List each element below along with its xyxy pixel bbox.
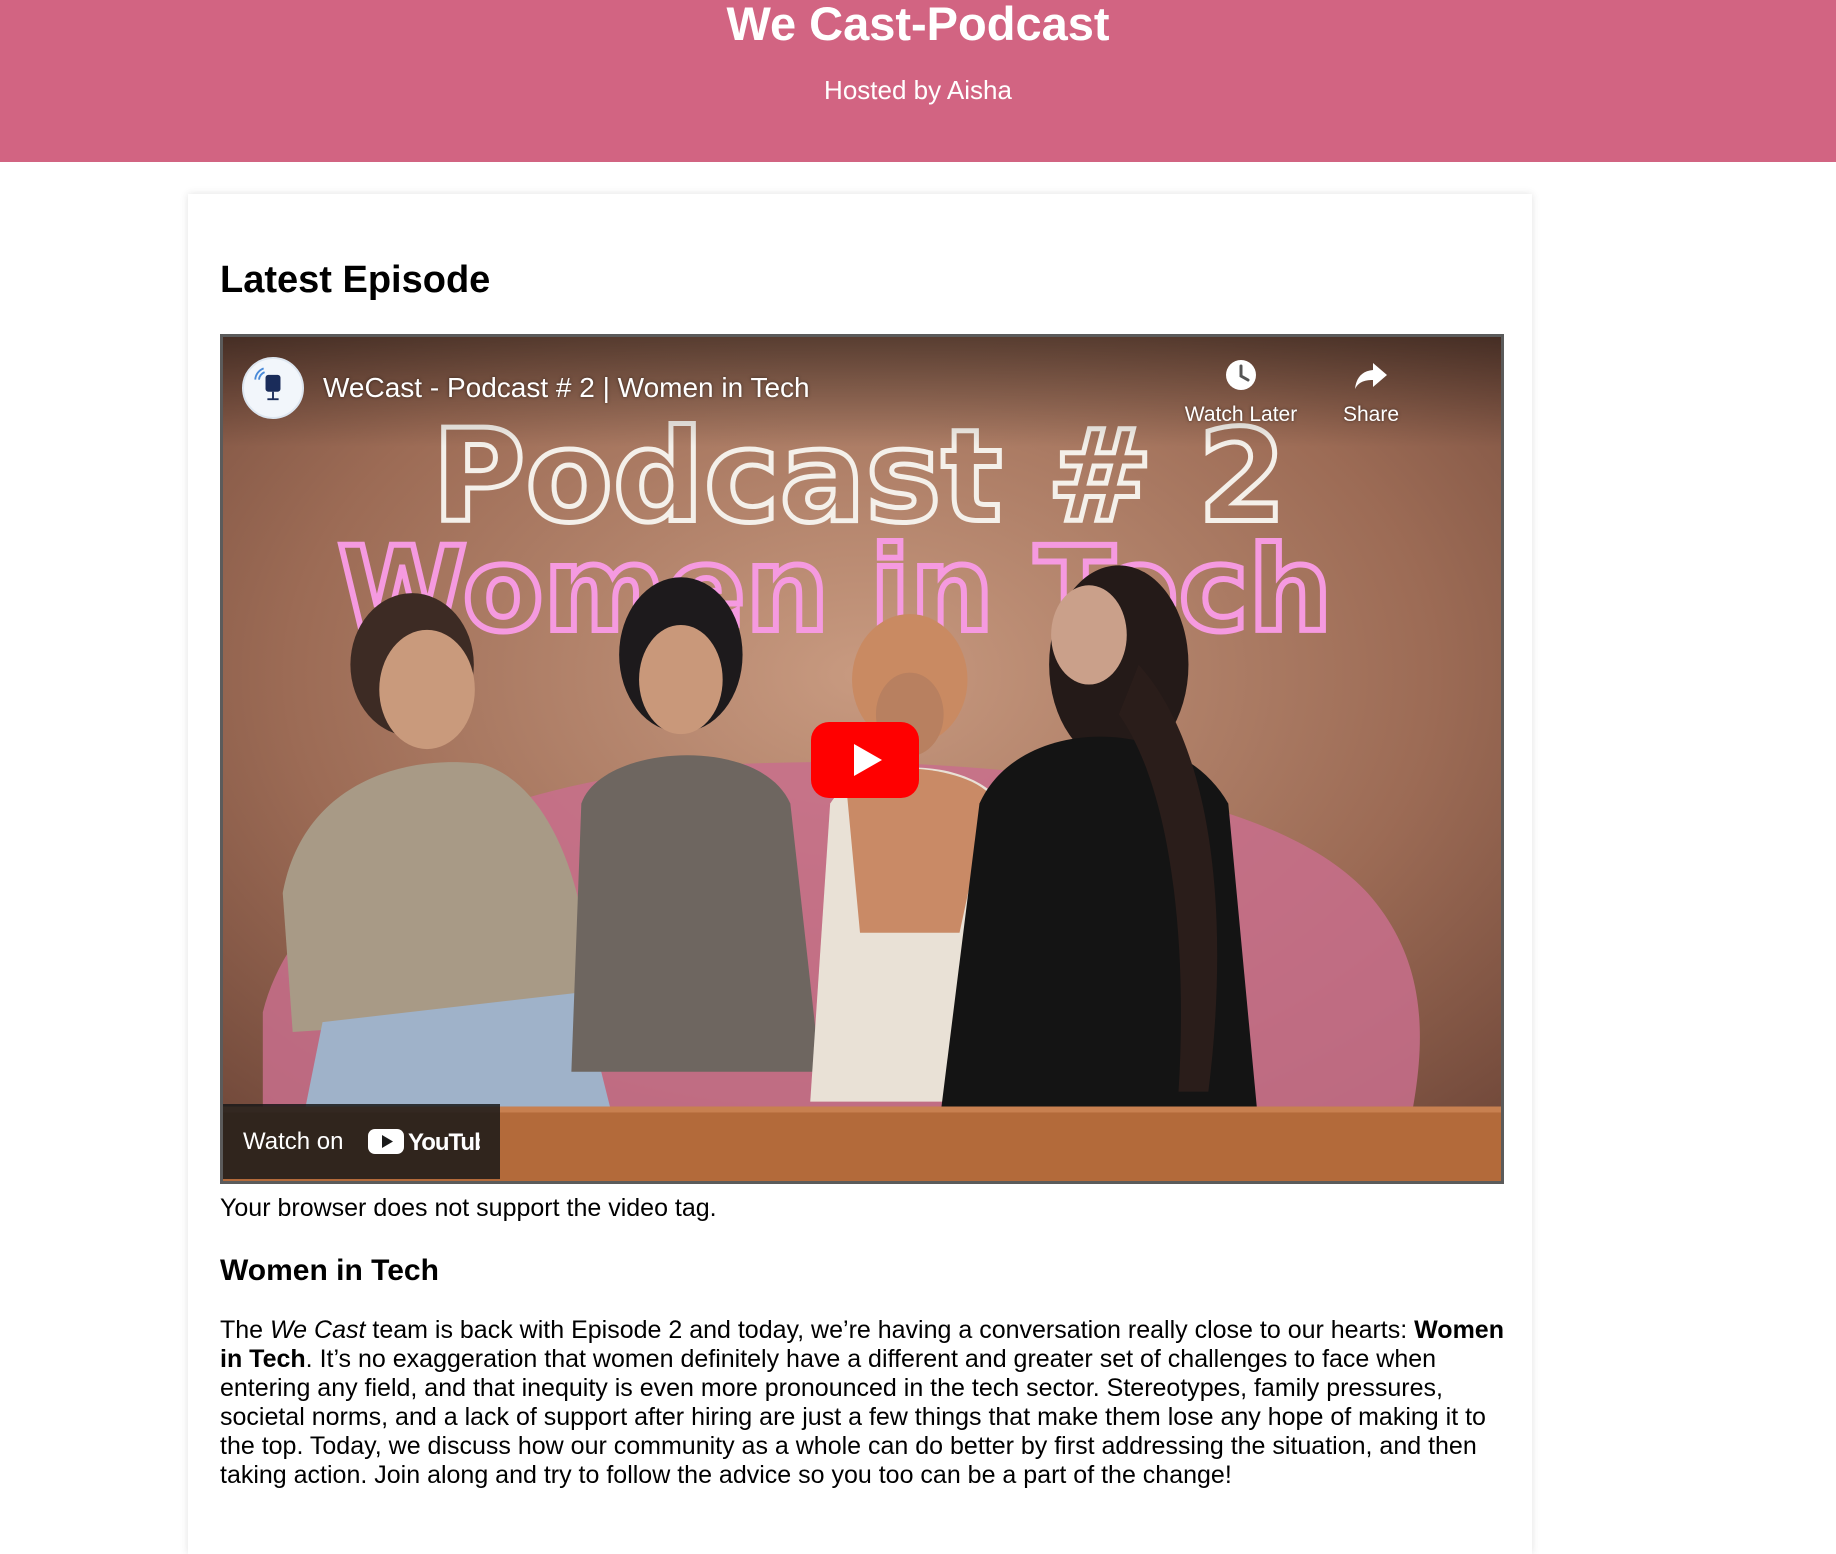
section-title: Latest Episode (220, 259, 491, 301)
watch-later-label: Watch Later (1184, 403, 1298, 426)
watch-on-label: Watch on (243, 1128, 344, 1155)
episode-title: Women in Tech (220, 1254, 439, 1287)
desc-intro: The (220, 1316, 271, 1344)
video-player[interactable]: Podcast # 2 Women in Tech WeCast - Podca… (220, 334, 1504, 1184)
youtube-label: YouTube (408, 1129, 480, 1156)
wecast-logo-icon[interactable] (242, 357, 304, 419)
desc-part3: . It’s no exaggeration that women defini… (220, 1345, 1486, 1489)
video-title[interactable]: WeCast - Podcast # 2 | Women in Tech (323, 371, 810, 405)
episode-card: Latest Episode Podcast # 2 Women in Tech (188, 194, 1532, 1554)
youtube-logo-icon: YouTube (368, 1126, 502, 1163)
share-button[interactable]: Share (1301, 355, 1441, 427)
episode-description: The We Cast team is back with Episode 2 … (220, 1316, 1510, 1490)
desc-part2: team is back with Episode 2 and today, w… (365, 1316, 1415, 1344)
site-header: We Cast-Podcast Hosted by Aisha (0, 0, 1836, 162)
watch-on-youtube-button[interactable]: Watch on YouTube (223, 1104, 502, 1179)
video-fallback-text: Your browser does not support the video … (220, 1194, 717, 1222)
site-subtitle: Hosted by Aisha (824, 75, 1012, 105)
clock-icon (1226, 360, 1256, 390)
play-icon[interactable] (811, 722, 919, 798)
watch-later-button[interactable]: Watch Later (1171, 355, 1311, 427)
share-label: Share (1342, 403, 1400, 426)
site-title: We Cast-Podcast (726, 0, 1110, 50)
desc-brand: We Cast (270, 1316, 366, 1344)
microphone-icon (254, 367, 281, 401)
share-icon (1355, 363, 1387, 389)
